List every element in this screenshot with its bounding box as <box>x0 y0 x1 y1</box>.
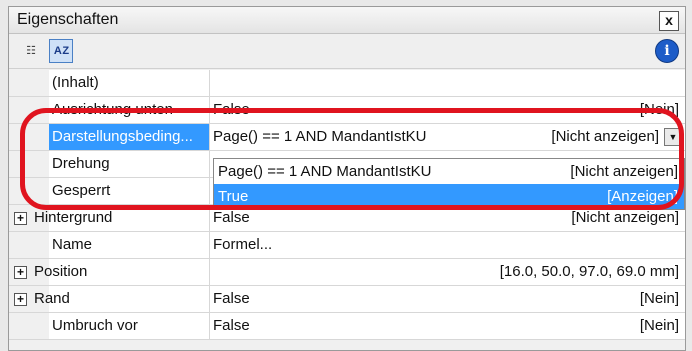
expand-icon[interactable]: + <box>14 293 27 306</box>
row-gutter <box>9 151 49 177</box>
property-name: Position <box>31 259 210 285</box>
alphabetical-sort-button[interactable]: A Z <box>49 39 73 63</box>
property-display: [Nein] <box>639 101 679 118</box>
option-value: True <box>218 188 249 205</box>
property-name: Gesperrt <box>49 178 210 204</box>
property-display: [16.0, 50.0, 97.0, 69.0 mm] <box>499 263 679 280</box>
property-row-rand[interactable]: + Rand False [Nein] <box>9 286 685 313</box>
property-row-inhalt[interactable]: (Inhalt) <box>9 70 685 97</box>
property-row-position[interactable]: + Position [16.0, 50.0, 97.0, 69.0 mm] <box>9 259 685 286</box>
property-display: [Nicht anzeigen] <box>551 128 659 145</box>
row-gutter <box>9 313 49 339</box>
row-gutter <box>9 232 49 258</box>
option-value: Page() == 1 AND MandantIstKU <box>218 163 432 180</box>
property-display: [Nein] <box>639 317 679 334</box>
chevron-down-icon[interactable]: ▼ <box>664 128 682 146</box>
property-name: Drehung <box>49 151 210 177</box>
property-value[interactable] <box>213 259 479 285</box>
option-display: [Anzeigen] <box>607 188 678 205</box>
expand-icon[interactable]: + <box>14 212 27 225</box>
property-name: (Inhalt) <box>49 70 210 96</box>
property-name: Rand <box>31 286 210 312</box>
property-value[interactable]: Formel... <box>213 232 479 258</box>
property-value[interactable]: Page() == 1 AND MandantIstKU <box>213 124 479 150</box>
property-value[interactable]: False <box>213 286 479 312</box>
property-name: Darstellungsbeding... <box>49 124 210 150</box>
property-name: Hintergrund <box>31 205 210 231</box>
toolbar: ☷ A Z i <box>9 34 685 69</box>
condition-dropdown-list: Page() == 1 AND MandantIstKU [Nicht anze… <box>213 158 685 210</box>
close-button[interactable]: x <box>659 11 679 31</box>
categorized-view-icon[interactable]: ☷ <box>19 39 43 63</box>
property-value[interactable]: False <box>213 313 479 339</box>
row-gutter <box>9 124 49 150</box>
property-value[interactable] <box>213 70 479 96</box>
property-row-ausrichtung-unten[interactable]: Ausrichtung unten False [Nein] <box>9 97 685 124</box>
info-icon[interactable]: i <box>655 39 679 63</box>
dropdown-option[interactable]: Page() == 1 AND MandantIstKU [Nicht anze… <box>214 159 684 184</box>
property-row-darstellungsbedingung[interactable]: Darstellungsbeding... Page() == 1 AND Ma… <box>9 124 685 151</box>
row-gutter <box>9 70 49 96</box>
property-display: [Nein] <box>639 290 679 307</box>
panel-titlebar: Eigenschaften x <box>9 7 685 34</box>
panel-title: Eigenschaften <box>17 11 119 28</box>
property-row-name[interactable]: Name Formel... <box>9 232 685 259</box>
option-display: [Nicht anzeigen] <box>570 163 678 180</box>
property-name: Name <box>49 232 210 258</box>
properties-panel: Eigenschaften x ☷ A Z i (Inhalt) Ausrich… <box>8 6 686 351</box>
property-name: Umbruch vor <box>49 313 210 339</box>
property-value[interactable]: False <box>213 97 479 123</box>
row-gutter <box>9 97 49 123</box>
property-name: Ausrichtung unten <box>49 97 210 123</box>
expand-icon[interactable]: + <box>14 266 27 279</box>
property-row-umbruch-vor[interactable]: Umbruch vor False [Nein] <box>9 313 685 340</box>
dropdown-option-selected[interactable]: True [Anzeigen] <box>214 184 684 209</box>
row-gutter <box>9 178 49 204</box>
